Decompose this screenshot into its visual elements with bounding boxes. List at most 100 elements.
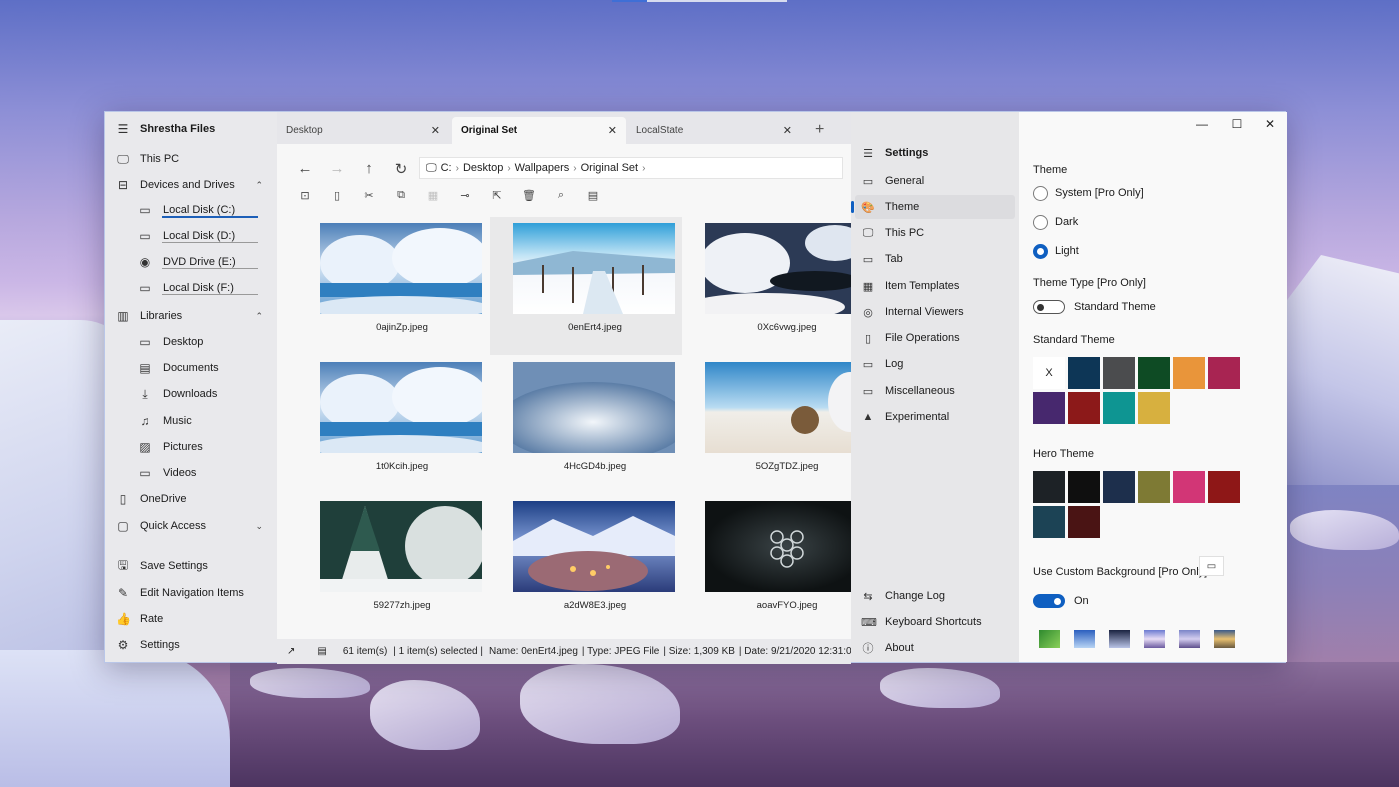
sidebar-item-libraries[interactable]: ▥ Libraries ⌃ [105, 303, 277, 329]
theme-type-toggle[interactable] [1033, 300, 1065, 314]
sidebar-item-local-disk-d[interactable]: ▭ Local Disk (D:) [105, 223, 277, 249]
settings-item-item-templates[interactable]: ▦ Item Templates [851, 274, 1019, 298]
new-folder-icon[interactable]: ⊡ [297, 189, 313, 202]
sidebar-item-videos[interactable]: ▭ Videos [105, 460, 277, 486]
breadcrumb-item[interactable]: Original Set [581, 162, 638, 174]
hamburger-icon[interactable]: ☰ [116, 122, 130, 136]
color-swatch[interactable]: X [1033, 357, 1065, 389]
background-thumbnail[interactable] [1109, 630, 1130, 648]
sidebar-item-downloads[interactable]: ⤓ Downloads [105, 381, 277, 407]
chevron-up-icon[interactable]: ⌃ [255, 180, 263, 191]
color-swatch[interactable] [1068, 471, 1100, 503]
color-swatch[interactable] [1068, 392, 1100, 424]
tab-desktop[interactable]: Desktop ✕ [277, 117, 449, 144]
details-icon[interactable]: ▤ [317, 646, 326, 657]
settings-item-general[interactable]: ▭ General [851, 169, 1019, 193]
sidebar-item-quick-access[interactable]: ▢ Quick Access ⌄ [105, 513, 277, 539]
color-swatch[interactable] [1173, 357, 1205, 389]
background-thumbnail[interactable] [1179, 630, 1200, 648]
choose-background-button[interactable]: ▭ [1199, 556, 1224, 576]
settings-item-theme[interactable]: 🎨 Theme [851, 195, 1015, 219]
file-tile[interactable]: a2dW8E3.jpeg [490, 495, 682, 633]
edit-navigation-items-button[interactable]: ✎ Edit Navigation Items [105, 580, 277, 606]
color-swatch[interactable] [1068, 506, 1100, 538]
breadcrumb-item[interactable]: C: [441, 162, 452, 174]
close-icon[interactable]: ✕ [608, 124, 617, 137]
sidebar-item-desktop[interactable]: ▭ Desktop [105, 329, 277, 355]
settings-button[interactable]: ⚙ Settings [105, 632, 277, 658]
chevron-down-icon[interactable]: ⌄ [255, 521, 263, 532]
hamburger-icon[interactable]: ☰ [861, 147, 875, 160]
color-swatch[interactable] [1103, 471, 1135, 503]
close-icon[interactable]: ✕ [1263, 117, 1277, 131]
sidebar-item-documents[interactable]: ▤ Documents [105, 355, 277, 381]
trend-icon[interactable]: ↗ [287, 646, 295, 657]
maximize-icon[interactable]: ☐ [1230, 117, 1244, 131]
new-file-icon[interactable]: ▯ [329, 189, 345, 202]
save-settings-button[interactable]: 🖫 Save Settings [105, 553, 277, 579]
up-arrow-icon[interactable]: ↑ [360, 160, 378, 177]
radio-light[interactable] [1033, 244, 1048, 259]
sidebar-item-pictures[interactable]: ▨ Pictures [105, 434, 277, 460]
color-swatch[interactable] [1033, 392, 1065, 424]
search-icon[interactable]: ⌕ [553, 189, 569, 202]
background-thumbnail[interactable] [1214, 630, 1235, 648]
delete-icon[interactable]: 🗑 [521, 189, 537, 202]
keyboard-shortcuts-button[interactable]: ⌨ Keyboard Shortcuts [851, 610, 1019, 634]
color-swatch[interactable] [1033, 471, 1065, 503]
share-icon[interactable]: ⇱ [489, 189, 505, 202]
radio-dark[interactable] [1033, 215, 1048, 230]
color-swatch[interactable] [1208, 471, 1240, 503]
back-arrow-icon[interactable]: ← [296, 160, 314, 177]
settings-item-experimental[interactable]: ▲ Experimental [851, 405, 1019, 429]
minimize-icon[interactable]: — [1195, 117, 1209, 131]
file-tile[interactable]: aoavFYO.jpeg [682, 495, 874, 633]
color-swatch[interactable] [1138, 471, 1170, 503]
color-swatch[interactable] [1103, 357, 1135, 389]
file-tile-selected[interactable]: 0enErt4.jpeg [490, 217, 682, 355]
file-tile[interactable]: 5OZgTDZ.jpeg [682, 356, 874, 494]
settings-item-miscellaneous[interactable]: ▭ Miscellaneous [851, 379, 1019, 403]
tab-localstate[interactable]: LocalState ✕ [627, 117, 801, 144]
rename-icon[interactable]: ⊸ [457, 189, 473, 202]
sidebar-item-this-pc[interactable]: 🖵 This PC [105, 146, 277, 172]
add-tab-icon[interactable]: + [815, 121, 824, 139]
file-tile[interactable]: 4HcGD4b.jpeg [490, 356, 682, 494]
breadcrumb[interactable]: 🖵 C: › Desktop › Wallpapers › Original Set › [419, 157, 843, 179]
breadcrumb-item[interactable]: Desktop [463, 162, 503, 174]
settings-item-log[interactable]: ▭ Log [851, 352, 1019, 376]
sidebar-item-local-disk-c[interactable]: ▭ Local Disk (C:) [105, 197, 277, 223]
copy-icon[interactable]: ⧉ [393, 189, 409, 202]
close-icon[interactable]: ✕ [783, 124, 792, 137]
forward-arrow-icon[interactable]: → [328, 160, 346, 177]
settings-item-tab[interactable]: ▭ Tab [851, 247, 1019, 271]
breadcrumb-item[interactable]: Wallpapers [515, 162, 570, 174]
sidebar-item-music[interactable]: ♫ Music [105, 408, 277, 434]
sidebar-item-onedrive[interactable]: ▯ OneDrive [105, 486, 277, 512]
chevron-up-icon[interactable]: ⌃ [255, 311, 263, 322]
refresh-icon[interactable]: ↻ [392, 160, 410, 178]
sidebar-item-local-disk-f[interactable]: ▭ Local Disk (F:) [105, 275, 277, 301]
file-tile[interactable]: 59277zh.jpeg [297, 495, 489, 633]
color-swatch[interactable] [1068, 357, 1100, 389]
color-swatch[interactable] [1173, 471, 1205, 503]
properties-icon[interactable]: ▤ [585, 189, 601, 202]
change-log-button[interactable]: ⇆ Change Log [851, 584, 1019, 608]
file-tile[interactable]: 1t0Kcih.jpeg [297, 356, 489, 494]
color-swatch[interactable] [1138, 392, 1170, 424]
sidebar-item-devices-and-drives[interactable]: ⊟ Devices and Drives ⌃ [105, 172, 277, 198]
radio-system[interactable] [1033, 186, 1048, 201]
about-button[interactable]: ⓘ About [851, 636, 1019, 660]
background-thumbnail[interactable] [1144, 630, 1165, 648]
tab-original-set[interactable]: Original Set ✕ [452, 117, 626, 144]
sidebar-item-dvd-drive-e[interactable]: ◉ DVD Drive (E:) [105, 249, 277, 275]
settings-item-file-operations[interactable]: ▯ File Operations [851, 326, 1019, 350]
color-swatch[interactable] [1033, 506, 1065, 538]
rate-button[interactable]: 👍 Rate [105, 606, 277, 632]
settings-item-this-pc[interactable]: 🖵 This PC [851, 221, 1019, 245]
close-icon[interactable]: ✕ [431, 124, 440, 137]
file-tile[interactable]: 0ajinZp.jpeg [297, 217, 489, 355]
settings-item-internal-viewers[interactable]: ◎ Internal Viewers [851, 300, 1019, 324]
custom-background-toggle[interactable] [1033, 594, 1065, 608]
paste-icon[interactable]: ▦ [425, 189, 441, 202]
